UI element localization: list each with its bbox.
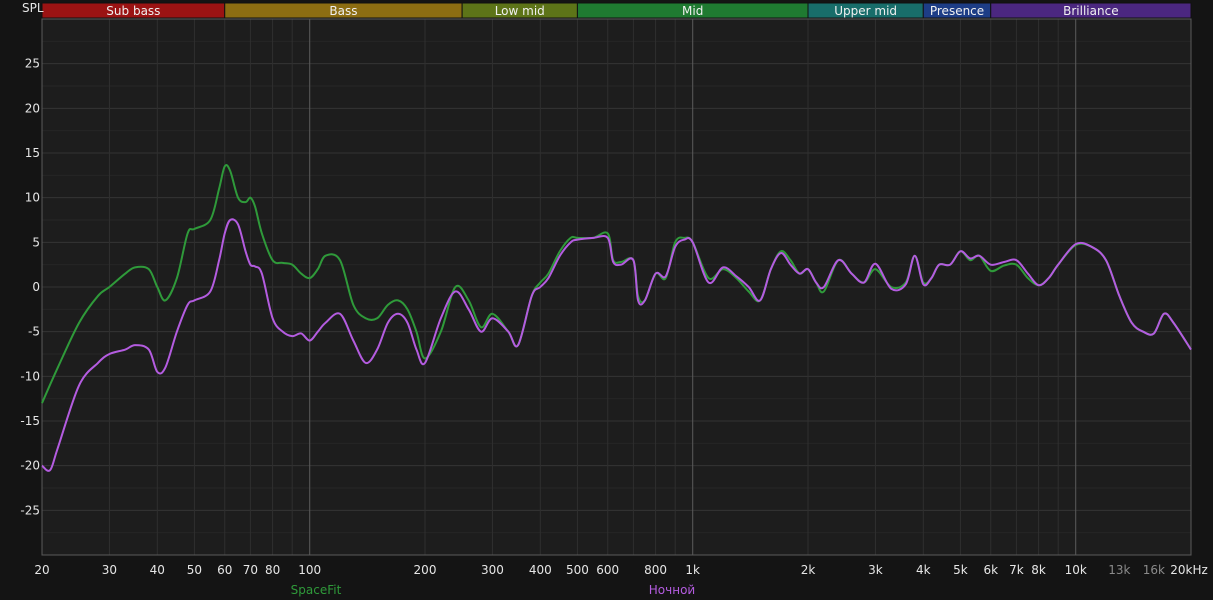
y-tick-label: -25 bbox=[20, 503, 40, 517]
x-tick-label: 30 bbox=[102, 563, 117, 577]
x-tick-label: 4k bbox=[916, 563, 931, 577]
x-tick-label: 20 bbox=[34, 563, 49, 577]
x-tick-label: 70 bbox=[243, 563, 258, 577]
x-tick-label: 7k bbox=[1009, 563, 1024, 577]
x-tick-label: 2k bbox=[801, 563, 816, 577]
y-tick-label: -10 bbox=[20, 369, 40, 383]
x-tick-label: 8k bbox=[1031, 563, 1046, 577]
x-tick-label: 16k bbox=[1143, 563, 1165, 577]
y-axis-label: SPL bbox=[22, 1, 44, 15]
x-tick-label: 800 bbox=[644, 563, 667, 577]
x-tick-label: 5k bbox=[953, 563, 968, 577]
x-tick-label: 13k bbox=[1108, 563, 1130, 577]
x-tick-label: 300 bbox=[481, 563, 504, 577]
band-label: Bass bbox=[329, 4, 357, 18]
x-tick-label: 80 bbox=[265, 563, 280, 577]
legend-entry[interactable]: Ночной bbox=[649, 583, 695, 597]
frequency-bands: Sub bass Bass Low mid Mid Upper mid Presence B… bbox=[41, 2, 1192, 19]
x-tick-label: 6k bbox=[983, 563, 998, 577]
x-tick-label: 20kHz bbox=[1170, 563, 1208, 577]
band-label: Low mid bbox=[495, 4, 545, 18]
band-label: Mid bbox=[682, 4, 703, 18]
x-tick-label: 400 bbox=[529, 563, 552, 577]
band-label: Brilliance bbox=[1063, 4, 1118, 18]
legend-entry[interactable]: SpaceFit bbox=[291, 583, 342, 597]
band-label: Upper mid bbox=[834, 4, 897, 18]
y-tick-label: -15 bbox=[20, 414, 40, 428]
x-tick-label: 40 bbox=[150, 563, 165, 577]
y-tick-label: 20 bbox=[25, 101, 40, 115]
frequency-response-chart: Sub bass Bass Low mid Mid Upper mid Presence B… bbox=[0, 0, 1213, 600]
y-tick-label: 0 bbox=[32, 280, 40, 294]
x-tick-label: 60 bbox=[217, 563, 232, 577]
y-tick-label: 5 bbox=[32, 235, 40, 249]
x-tick-label: 3k bbox=[868, 563, 883, 577]
y-tick-label: 25 bbox=[25, 57, 40, 71]
x-tick-label: 500 bbox=[566, 563, 589, 577]
x-tick-label: 600 bbox=[596, 563, 619, 577]
x-tick-label: 10k bbox=[1065, 563, 1087, 577]
x-tick-label: 100 bbox=[298, 563, 321, 577]
y-tick-label: 10 bbox=[25, 191, 40, 205]
x-tick-label: 1k bbox=[685, 563, 700, 577]
y-tick-label: -5 bbox=[28, 325, 40, 339]
band-label: Presence bbox=[930, 4, 984, 18]
y-tick-label: 15 bbox=[25, 146, 40, 160]
y-tick-label: -20 bbox=[20, 459, 40, 473]
x-tick-label: 50 bbox=[187, 563, 202, 577]
x-tick-label: 200 bbox=[414, 563, 437, 577]
band-label: Sub bass bbox=[106, 4, 160, 18]
